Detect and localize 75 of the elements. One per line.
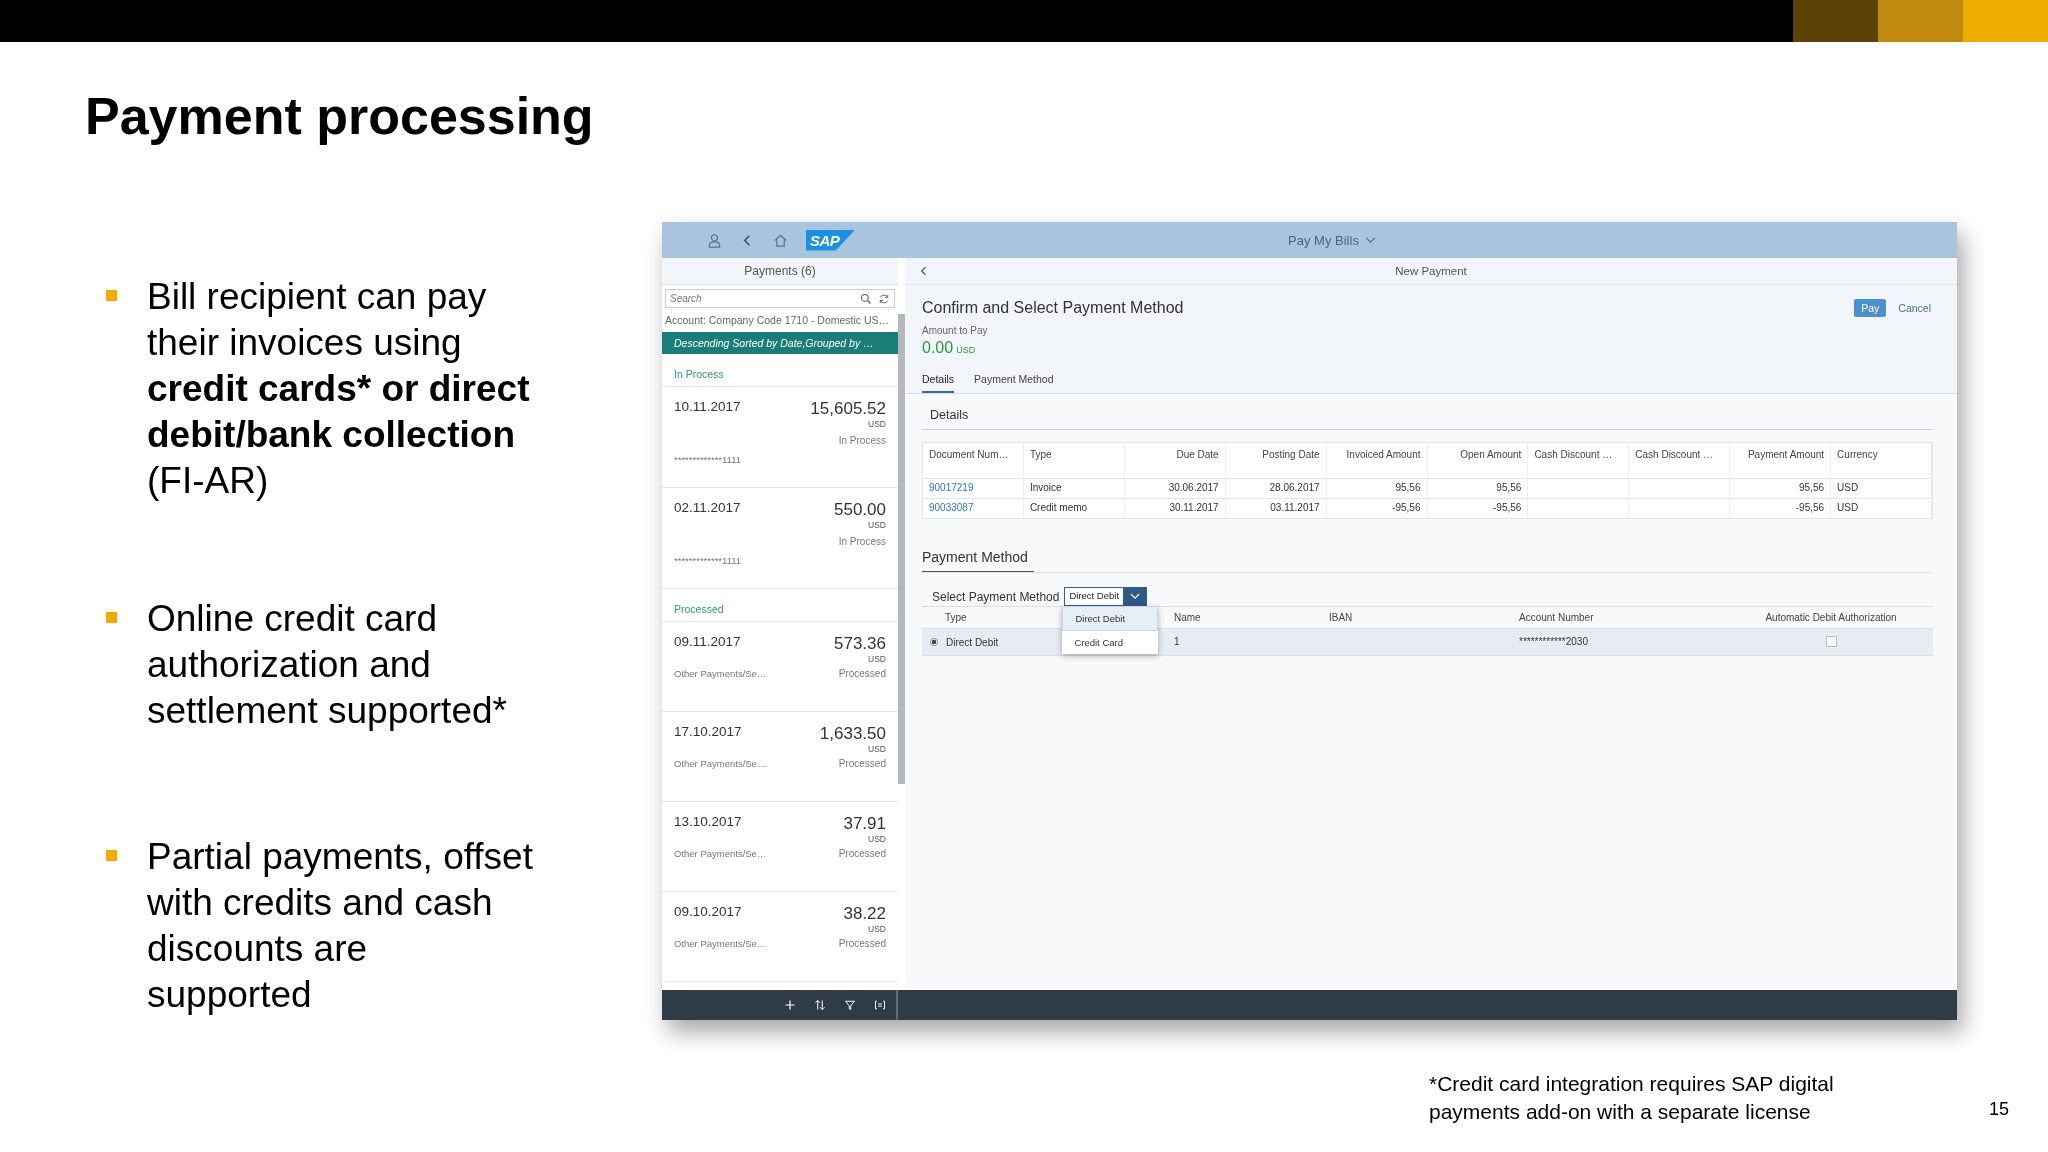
table-cell: -95,56	[1730, 498, 1832, 518]
select-label: Select Payment Method	[932, 589, 1060, 604]
column-header: Cash Discount …	[1629, 443, 1731, 478]
table-cell: 03.11.2017	[1225, 498, 1327, 518]
filter-icon[interactable]	[844, 999, 856, 1011]
bullet-text: Bill recipient can pay their invoices using credit cards* or direct debit/bank collection (FI-AR)	[147, 275, 531, 503]
table-cell: ************2030	[1519, 636, 1588, 647]
table-cell: Direct Debit	[946, 636, 999, 648]
add-icon[interactable]	[784, 999, 796, 1011]
list-title: Payments (6)	[662, 258, 898, 285]
table-cell: 28.06.2017	[1225, 478, 1327, 498]
bullet-text: Partial payments, offset with credits and cash discounts are supported	[147, 835, 534, 1017]
table-cell: 95,56	[1326, 478, 1428, 498]
column-header: Document Num…	[923, 443, 1024, 478]
amount-value: 0.00	[922, 339, 954, 356]
table-cell: Invoice	[1023, 478, 1125, 498]
sort-info-bar: Descending Sorted by Date,Grouped by …	[662, 332, 898, 354]
home-icon[interactable]	[773, 232, 788, 248]
search-bar[interactable]: Search	[665, 289, 895, 308]
sort-icon[interactable]	[814, 999, 826, 1011]
column-header: Payment Amount	[1730, 443, 1832, 478]
document-link[interactable]: 90017219	[929, 482, 974, 493]
column-header: Cash Discount …	[1528, 443, 1630, 478]
amount-label: Amount to Pay	[922, 325, 989, 336]
account-info: Account: Company Code 1710 - Domestic US…	[664, 313, 891, 328]
column-header: Invoiced Amount	[1326, 443, 1428, 478]
bullet-icon	[106, 612, 117, 623]
table-cell: 95,56	[1427, 478, 1529, 498]
radio-button[interactable]	[930, 638, 938, 646]
column-header: Due Date	[1124, 443, 1226, 478]
bullet-icon	[106, 850, 117, 861]
chevron-down-icon	[1364, 236, 1376, 244]
page-number: 15	[1989, 1099, 2010, 1120]
column-header: IBAN	[1329, 612, 1353, 623]
logo: SAP	[806, 229, 856, 251]
column-header: Type	[1023, 443, 1125, 478]
slide-title: Payment processing	[85, 90, 595, 144]
chevron-down-icon	[1129, 593, 1140, 600]
column-header: Currency	[1831, 443, 1932, 478]
table-cell: USD	[1831, 498, 1932, 518]
search-icon[interactable]	[860, 292, 872, 305]
table-cell: USD	[1831, 478, 1932, 498]
column-header: Posting Date	[1225, 443, 1327, 478]
dropdown-option[interactable]: Direct Debit	[1062, 606, 1159, 631]
scrollbar[interactable]	[898, 314, 905, 784]
column-header: Open Amount	[1427, 443, 1529, 478]
column-header: Name	[1174, 612, 1201, 623]
document-link[interactable]: 90033087	[929, 502, 974, 513]
table-cell: -95,56	[1427, 498, 1529, 518]
refresh-icon[interactable]	[878, 292, 890, 305]
user-icon[interactable]	[707, 232, 722, 248]
table-cell: -95,56	[1326, 498, 1428, 518]
column-header: Account Number	[1519, 612, 1594, 623]
amount-currency: USD	[956, 345, 976, 355]
object-title: Confirm and Select Payment Method	[922, 299, 1184, 317]
table-cell: Credit memo	[1023, 498, 1125, 518]
group-icon[interactable]	[874, 999, 886, 1011]
cancel-button[interactable]: Cancel	[1896, 299, 1933, 317]
section-title: Details	[922, 404, 1933, 430]
page-title: New Payment	[1394, 265, 1468, 277]
search-field[interactable]: Search	[670, 293, 854, 304]
table-cell: 1	[1174, 636, 1180, 647]
table-cell: 30.11.2017	[1124, 498, 1226, 518]
dropdown-option[interactable]: Credit Card	[1062, 631, 1159, 654]
bullet-icon	[106, 290, 117, 301]
tab[interactable]: Payment Method	[974, 369, 1054, 393]
footnote: *Credit card integration requires SAP digital payments add-on with a separate license	[1429, 1071, 1835, 1125]
bullet-text: Online credit card authorization and settlement supported*	[147, 597, 508, 733]
section-title: Payment Method	[922, 549, 1034, 572]
table-cell: 95,56	[1730, 478, 1832, 498]
table-cell: 30.06.2017	[1124, 478, 1226, 498]
payment-method-select[interactable]: Direct Debit	[1064, 587, 1148, 606]
column-header: Type	[945, 612, 967, 623]
column-header: Automatic Debit Authorization	[1765, 612, 1897, 623]
checkbox[interactable]	[1825, 636, 1837, 647]
